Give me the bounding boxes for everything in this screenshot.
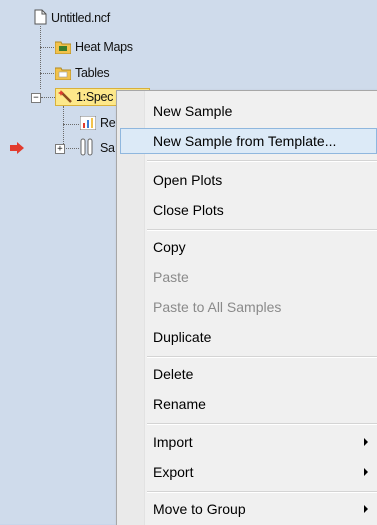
menu-item-export-label: Export: [153, 464, 194, 480]
menu-item-delete[interactable]: Delete: [120, 361, 377, 387]
collapse-toggle[interactable]: −: [31, 93, 41, 103]
menu-item-paste: Paste: [153, 269, 189, 285]
menu-item-copy[interactable]: Copy: [120, 234, 377, 260]
menu-item-new-sample-from-template[interactable]: New Sample from Template...: [120, 128, 377, 154]
menu-item-new-sample[interactable]: New Sample: [120, 98, 377, 124]
chart-icon: [80, 116, 96, 130]
tree-item-heat-maps[interactable]: Heat Maps: [75, 40, 133, 54]
menu-item-move-to-group[interactable]: Move to Group: [120, 496, 377, 522]
submenu-arrow-icon: [364, 438, 368, 446]
tree-item-child-2[interactable]: Sa: [100, 141, 115, 155]
menu-item-open-plots[interactable]: Open Plots: [120, 167, 377, 193]
menu-item-paste-to-all-samples: Paste to All Samples: [153, 299, 282, 315]
tree-item-tables[interactable]: Tables: [75, 66, 110, 80]
submenu-arrow-icon: [364, 505, 368, 513]
menu-item-close-plots[interactable]: Close Plots: [120, 197, 377, 223]
menu-item-export[interactable]: Export: [120, 459, 377, 485]
file-icon: [34, 9, 47, 25]
folder-icon: [55, 67, 71, 80]
menu-item-move-to-group-label: Move to Group: [153, 501, 246, 517]
menu-item-rename[interactable]: Rename: [120, 391, 377, 417]
context-menu: New Sample New Sample from Template... O…: [116, 90, 377, 525]
folder-icon: [55, 41, 71, 54]
wand-icon: [58, 90, 72, 103]
tree-item-child-1[interactable]: Re: [100, 116, 116, 130]
expand-toggle[interactable]: +: [55, 144, 65, 154]
menu-item-import-label: Import: [153, 434, 193, 450]
menu-item-import[interactable]: Import: [120, 429, 377, 455]
tree-item-spec-label: 1:Spec: [76, 90, 114, 104]
test-tubes-icon: [80, 138, 93, 156]
red-arrow-icon: [10, 142, 24, 154]
submenu-arrow-icon: [364, 468, 368, 476]
tree-item-root[interactable]: Untitled.ncf: [51, 11, 110, 25]
menu-item-duplicate[interactable]: Duplicate: [120, 324, 377, 350]
